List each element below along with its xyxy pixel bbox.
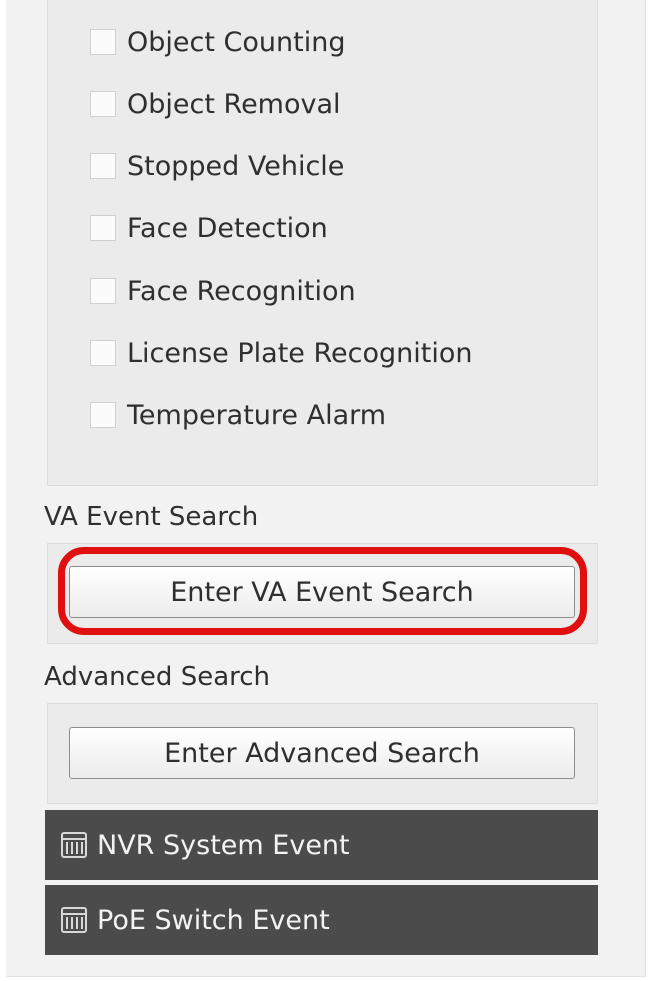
event-type-stopped-vehicle[interactable]: Stopped Vehicle — [90, 146, 344, 186]
checkbox[interactable] — [90, 29, 116, 55]
event-type-temperature-alarm[interactable]: Temperature Alarm — [90, 395, 386, 435]
calendar-icon — [61, 832, 87, 858]
poe-switch-event-section[interactable]: PoE Switch Event — [45, 885, 598, 955]
advanced-search-section: Enter Advanced Search — [47, 703, 598, 804]
event-type-label: Stopped Vehicle — [127, 150, 345, 182]
event-type-label: Face Recognition — [127, 275, 356, 307]
event-type-list: Object Counting Object Removal Stopped V… — [47, 0, 598, 486]
event-type-label: Object Removal — [127, 88, 341, 120]
checkbox[interactable] — [90, 215, 116, 241]
nvr-system-event-label: NVR System Event — [97, 829, 350, 861]
event-type-license-plate-recognition[interactable]: License Plate Recognition — [90, 333, 472, 373]
va-event-search-section: Enter VA Event Search — [47, 543, 598, 644]
event-type-label: Temperature Alarm — [127, 399, 387, 431]
checkbox[interactable] — [90, 153, 116, 179]
checkbox[interactable] — [90, 340, 116, 366]
enter-advanced-search-button[interactable]: Enter Advanced Search — [69, 727, 575, 779]
poe-switch-event-label: PoE Switch Event — [97, 904, 330, 936]
calendar-icon — [61, 907, 87, 933]
checkbox[interactable] — [90, 91, 116, 117]
checkbox[interactable] — [90, 278, 116, 304]
enter-va-event-search-button[interactable]: Enter VA Event Search — [69, 566, 575, 618]
event-type-face-detection[interactable]: Face Detection — [90, 208, 328, 248]
event-type-label: Face Detection — [127, 212, 328, 244]
nvr-system-event-section[interactable]: NVR System Event — [45, 810, 598, 880]
event-type-object-counting[interactable]: Object Counting — [90, 22, 345, 62]
event-type-face-recognition[interactable]: Face Recognition — [90, 271, 356, 311]
event-type-label: Object Counting — [127, 26, 346, 58]
event-type-object-removal[interactable]: Object Removal — [90, 84, 341, 124]
advanced-search-title: Advanced Search — [44, 662, 271, 692]
event-type-label: License Plate Recognition — [127, 337, 473, 369]
checkbox[interactable] — [90, 402, 116, 428]
va-event-search-title: VA Event Search — [44, 502, 259, 532]
